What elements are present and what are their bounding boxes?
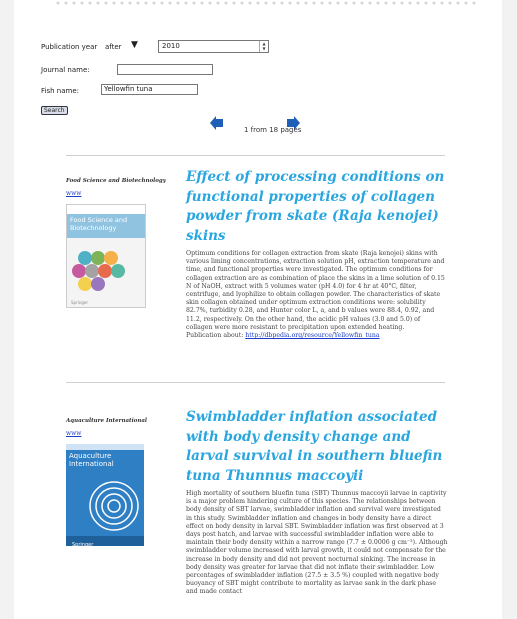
journal-name-label: Journal name:: [41, 66, 90, 74]
year-mode-dropdown-icon[interactable]: ▼: [131, 40, 138, 50]
page-count-text: 1 from 18 pages: [244, 126, 302, 134]
search-button[interactable]: Search: [41, 106, 68, 115]
journal-name-input[interactable]: [117, 64, 213, 75]
publication-year-label: Publication year: [41, 43, 98, 51]
journal-www-link[interactable]: www: [66, 430, 81, 437]
divider: [66, 155, 445, 156]
cover-title: Aquaculture International: [69, 452, 114, 468]
dotted-top-border: [54, 0, 479, 6]
year-input[interactable]: 2010 ▲ ▼: [158, 40, 269, 53]
divider: [66, 382, 445, 383]
svg-text:Springer: Springer: [71, 300, 88, 305]
result-abstract: High mortality of southern bluefin tuna …: [186, 490, 448, 597]
journal-name: Food Science and Biotechnology: [66, 178, 166, 184]
cover-circles-graphic: Springer: [71, 251, 125, 305]
result-title[interactable]: Effect of processing conditions on funct…: [186, 168, 448, 246]
journal-www-link[interactable]: www: [66, 190, 81, 197]
fish-name-label: Fish name:: [41, 87, 79, 95]
fish-name-value: Yellowfin tuna: [104, 85, 153, 93]
result-abstract: Optimum conditions for collagen extracti…: [186, 250, 448, 340]
journal-cover-image[interactable]: Aquaculture International Springer: [66, 444, 144, 546]
journal-cover-image[interactable]: Food Science and Biotechnology Springer: [66, 204, 146, 308]
abstract-text: Optimum conditions for collagen extracti…: [186, 250, 445, 331]
cover-title: Food Science and Biotechnology: [67, 214, 145, 238]
publication-about-label: Publication about:: [186, 332, 244, 340]
prev-page-arrow-icon[interactable]: [210, 116, 224, 130]
dbpedia-link[interactable]: http://dbpedia.org/resource/Yellowfin_tu…: [245, 332, 379, 339]
cover-spiral-graphic: Springer: [66, 481, 144, 546]
year-input-value: 2010: [162, 42, 180, 50]
year-spinner[interactable]: ▲ ▼: [259, 41, 268, 52]
year-mode-select[interactable]: after: [105, 43, 122, 51]
page-panel: Publication year after ▼ 2010 ▲ ▼ Journal…: [14, 0, 502, 619]
result-title[interactable]: Swimbladder inflation associated with bo…: [186, 408, 448, 486]
svg-text:Springer: Springer: [72, 542, 94, 546]
abstract-text: High mortality of southern bluefin tuna …: [186, 490, 448, 596]
fish-name-input[interactable]: Yellowfin tuna: [101, 84, 198, 95]
journal-name: Aquaculture International: [66, 418, 147, 424]
